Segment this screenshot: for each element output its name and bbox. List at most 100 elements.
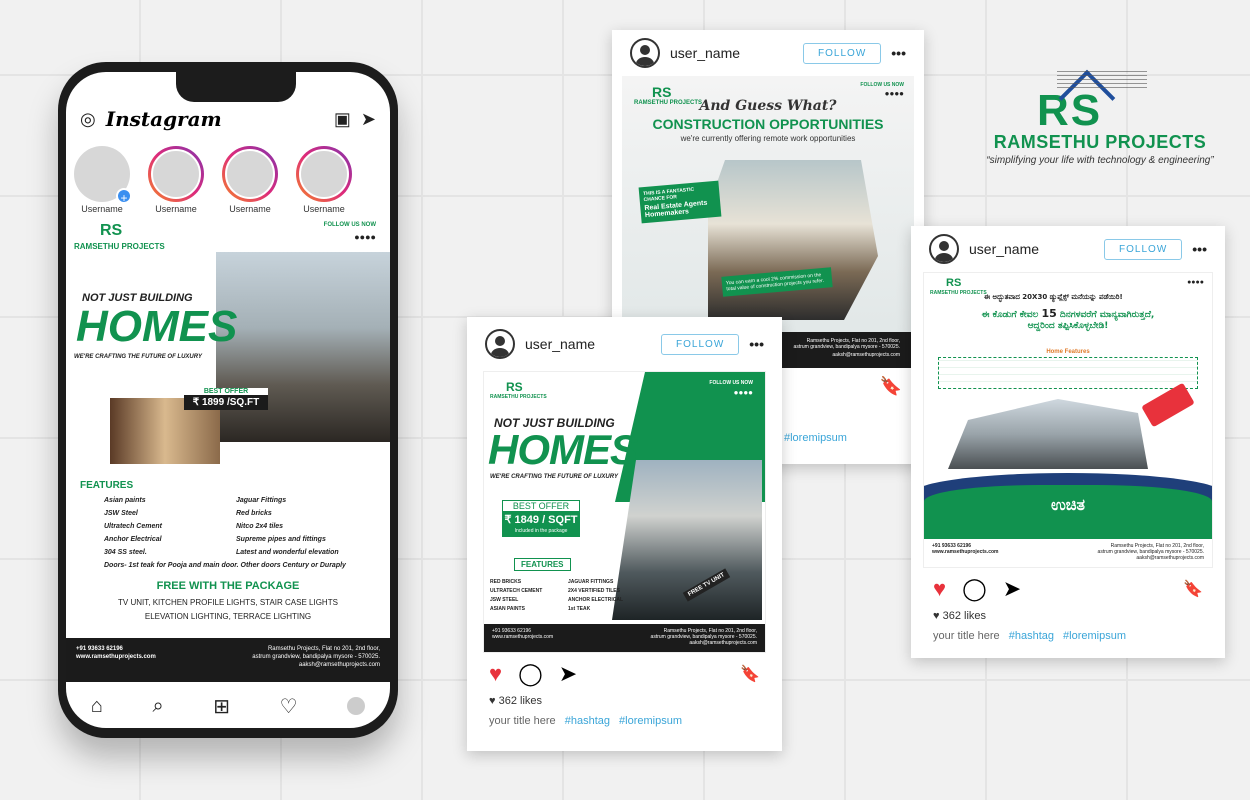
feature-item: Red bricks xyxy=(236,510,272,517)
uchita-label: ಉಚಿತ xyxy=(1050,495,1086,514)
bookmark-icon[interactable]: 🔖 xyxy=(1183,579,1203,599)
post-image: RS RAMSETHU PROJECTS ●●●● ಈ ಅದ್ಭುತವಾದ 20… xyxy=(923,272,1213,568)
kn-headline2: ಈ ಕೊಡುಗೆ ಕೇವಲ 15 ದಿನಗಳವರೆಗೆ ಮಾನ್ಯವಾಗಿರುತ… xyxy=(924,307,1212,320)
follow-button[interactable]: FOLLOW xyxy=(803,42,882,64)
email: aaksh@ramsethuprojects.com xyxy=(298,662,380,668)
camera-icon[interactable]: ◎ xyxy=(80,109,96,130)
stories-row: + Username Username Username Username xyxy=(72,146,354,214)
free-title: FREE WITH THE PACKAGE xyxy=(156,580,300,592)
lines-icon xyxy=(1057,70,1147,88)
igtv-icon[interactable]: ▣ xyxy=(334,109,351,130)
remote-line: we're currently offering remote work opp… xyxy=(680,134,856,143)
post-actions: ♥ ◯ ➤ 🔖 xyxy=(467,653,782,695)
post-card-right: user_name FOLLOW ••• RS RAMSETHU PROJECT… xyxy=(911,226,1225,658)
features-right-list: JAGUAR FITTINGS 2X4 VERTIFIED TILES ANCH… xyxy=(568,578,623,614)
kn-line2-part2: ದಿನಗಳವರೆಗೆ ಮಾನ್ಯವಾಗಿರುತ್ತದೆ, xyxy=(1056,310,1155,320)
included-note: Included in the package xyxy=(503,528,579,536)
hashtag-link[interactable]: #loremipsum xyxy=(619,715,682,727)
feature-item: ASIAN PAINTS xyxy=(490,606,525,612)
add-post-icon[interactable]: ⊞ xyxy=(213,694,230,719)
activity-heart-icon[interactable]: ♡ xyxy=(280,694,298,719)
direct-message-icon[interactable]: ➤ xyxy=(361,109,376,130)
feature-doors: Doors- 1st teak for Pooja and main door.… xyxy=(104,562,346,569)
email: aaksh@ramsethuprojects.com xyxy=(689,640,757,646)
username[interactable]: user_name xyxy=(969,241,1094,257)
opportunities-title: CONSTRUCTION OPPORTUNITIES xyxy=(652,116,884,132)
chance-box: THIS IS A FANTASTIC CHANCE FOR Real Esta… xyxy=(638,180,722,224)
headline-homes: HOMES xyxy=(76,302,238,351)
house-image xyxy=(948,399,1148,469)
feature-item: Asian paints xyxy=(104,497,146,504)
hashtag-link[interactable]: #hashtag xyxy=(1009,630,1054,642)
post-caption: your title here #hashtag #loremipsum xyxy=(467,707,782,735)
social-icons: ●●●● xyxy=(733,388,753,397)
website: www.ramsethuprojects.com xyxy=(492,634,554,640)
username[interactable]: user_name xyxy=(525,336,651,352)
feature-item: RED BRICKS xyxy=(490,579,522,585)
user-avatar-icon[interactable] xyxy=(929,234,959,264)
instagram-logo: Instagram xyxy=(105,107,222,131)
brand-logo-mark: RS xyxy=(975,69,1225,135)
feature-item: Anchor Electrical xyxy=(104,536,162,543)
user-avatar-icon[interactable] xyxy=(630,38,660,68)
bookmark-icon[interactable]: 🔖 xyxy=(740,664,760,684)
feature-item: Latest and wonderful elevation xyxy=(236,549,339,556)
website: www.ramsethuprojects.com xyxy=(932,549,999,555)
guess-line: And Guess What? xyxy=(699,98,837,114)
username[interactable]: user_name xyxy=(670,45,793,61)
features-title: FEATURES xyxy=(80,480,134,491)
user-avatar-icon[interactable] xyxy=(485,329,515,359)
feature-item: JSW Steel xyxy=(104,510,138,517)
post-footer: +91 93633 62196 Ramsethu Projects, Flat … xyxy=(924,539,1212,567)
kn-headline3: ಆದ್ದರಿಂದ ತಪ್ಪಿಸಿಕೊಳ್ಳಬೇಡಿ! xyxy=(1027,321,1109,331)
post-header: user_name FOLLOW ••• xyxy=(467,317,782,367)
bookmark-icon[interactable]: 🔖 xyxy=(880,376,902,397)
kn-headline1: ಈ ಅದ್ಭುತವಾದ 20X30 ಡ್ಯುಪ್ಲೆಕ್ಸ್ ಮನೆಯನ್ನು … xyxy=(984,293,1123,301)
hashtag-loremipsum[interactable]: #loremipsum xyxy=(784,432,847,444)
story-item[interactable]: + Username xyxy=(72,146,132,214)
post-caption: your title here #hashtag #loremipsum xyxy=(911,622,1225,650)
headline-subline: WE'RE CRAFTING THE FUTURE OF LUXURY xyxy=(490,474,618,480)
follow-button[interactable]: FOLLOW xyxy=(1104,238,1183,260)
likes-count: ♥ 362 likes xyxy=(933,610,987,622)
home-icon[interactable]: ⌂ xyxy=(91,695,103,718)
instagram-topbar: ◎ Instagram ▣ ➤ xyxy=(66,100,390,138)
follow-button[interactable]: FOLLOW xyxy=(661,333,740,355)
caption-title: your title here xyxy=(489,715,556,727)
like-heart-icon[interactable]: ♥ xyxy=(933,576,946,602)
more-options-icon[interactable]: ••• xyxy=(749,336,764,352)
feature-item: Jaguar Fittings xyxy=(236,497,287,504)
hashtag-link[interactable]: #hashtag xyxy=(565,715,610,727)
post-brand-logo: RS xyxy=(100,222,123,239)
post-brand-logo: RS xyxy=(506,380,523,394)
best-offer-box: BEST OFFER ₹ 1849 / SQFT Included in the… xyxy=(502,500,580,537)
headline-subline: WE'RE CRAFTING THE FUTURE OF LUXURY xyxy=(74,354,202,360)
profile-avatar-icon[interactable] xyxy=(347,697,366,715)
share-icon[interactable]: ➤ xyxy=(559,661,577,687)
kn-15-days: 15 xyxy=(1041,307,1057,320)
brand-logo-block: RS RAMSETHU PROJECTS “simplifying your l… xyxy=(975,69,1225,166)
best-offer-label: BEST OFFER xyxy=(512,501,570,511)
like-heart-icon[interactable]: ♥ xyxy=(489,661,502,687)
search-icon[interactable]: ⌕ xyxy=(152,695,163,718)
add-story-icon[interactable]: + xyxy=(116,188,132,205)
more-options-icon[interactable]: ••• xyxy=(1192,241,1207,257)
more-options-icon[interactable]: ••• xyxy=(891,45,906,61)
feature-item: 2X4 VERTIFIED TILES xyxy=(568,588,620,594)
address-line2: astrum grandview, bandipalya mysore - 57… xyxy=(252,654,380,660)
features-left-list: RED BRICKS ULTRATECH CEMENT JSW STEEL AS… xyxy=(490,578,542,614)
phone-post: RS RAMSETHU PROJECTS FOLLOW US NOW ●●●● … xyxy=(66,212,390,682)
post-brand-name: RAMSETHU PROJECTS xyxy=(490,394,547,400)
own-story-avatar[interactable]: + xyxy=(74,146,132,205)
phone-screen: ◎ Instagram ▣ ➤ + Username Username User… xyxy=(66,72,390,728)
story-item[interactable]: Username xyxy=(294,146,354,214)
hashtag-link[interactable]: #loremipsum xyxy=(1063,630,1126,642)
comment-icon[interactable]: ◯ xyxy=(962,576,987,602)
story-item[interactable]: Username xyxy=(220,146,280,214)
likes-count: ♥ 362 likes xyxy=(489,695,543,707)
story-item[interactable]: Username xyxy=(146,146,206,214)
features-left-list: Asian paints JSW Steel Ultratech Cement … xyxy=(104,494,162,559)
share-icon[interactable]: ➤ xyxy=(1003,576,1021,602)
comment-icon[interactable]: ◯ xyxy=(518,661,543,687)
house-image xyxy=(216,252,390,442)
